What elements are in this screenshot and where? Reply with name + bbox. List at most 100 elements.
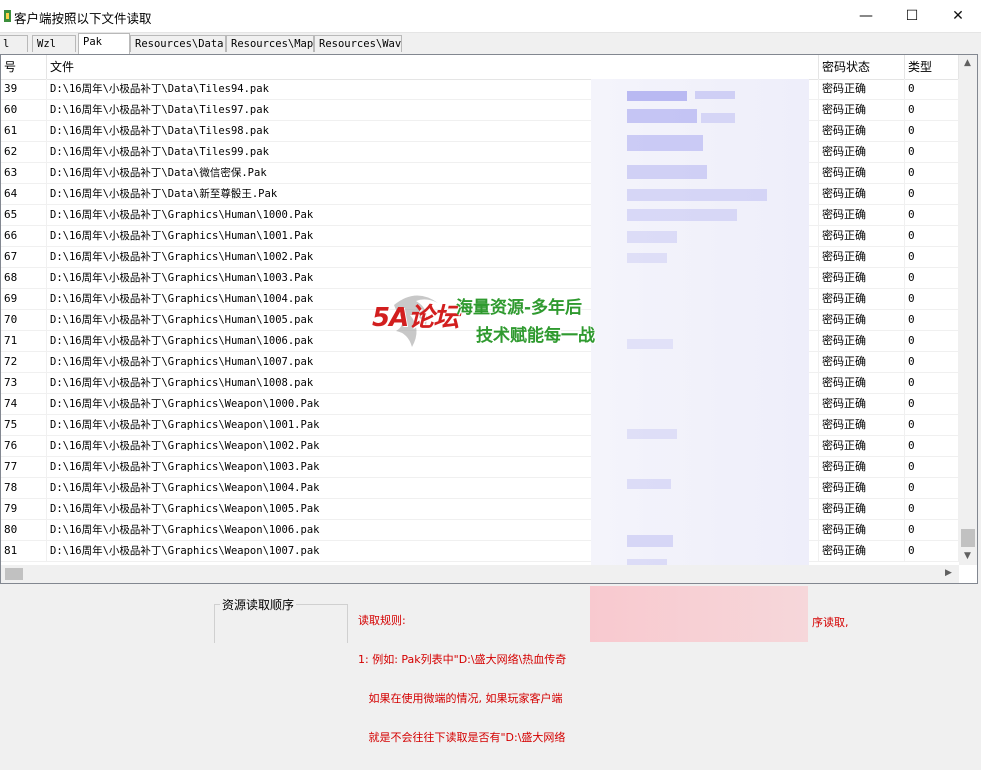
watermark: 5A论坛 海量资源-多年后 技术赋能每一战	[372, 285, 612, 355]
read-rules-title: 读取规则:	[358, 614, 406, 627]
table-row[interactable]: 66 D:\16周年\小极品补丁\Graphics\Human\1001.Pak 密…	[1, 226, 959, 247]
table-row[interactable]: 62 D:\16周年\小极品补丁\Data\Tiles99.pak 密码正确 0	[1, 142, 959, 163]
row-password-status: 密码正确	[819, 268, 905, 288]
window-title: 客户端按照以下文件读取	[14, 11, 152, 26]
row-number: 71	[1, 331, 47, 351]
load-order-label: 资源读取顺序	[220, 596, 297, 613]
table-row[interactable]: 80 D:\16周年\小极品补丁\Graphics\Weapon\1006.pak…	[1, 520, 959, 541]
horizontal-scrollbar[interactable]: ▶	[1, 565, 959, 583]
row-number: 81	[1, 541, 47, 561]
table-row[interactable]: 81 D:\16周年\小极品补丁\Graphics\Weapon\1007.pak…	[1, 541, 959, 562]
row-password-status: 密码正确	[819, 457, 905, 477]
row-number: 62	[1, 142, 47, 162]
row-type: 0	[905, 310, 959, 330]
row-type: 0	[905, 457, 959, 477]
row-type: 0	[905, 184, 959, 204]
row-type: 0	[905, 121, 959, 141]
scroll-right-icon[interactable]: ▶	[945, 568, 952, 578]
table-row[interactable]: 65 D:\16周年\小极品补丁\Graphics\Human\1000.Pak 密…	[1, 205, 959, 226]
column-header-file[interactable]: 文件	[47, 55, 819, 79]
minimize-button[interactable]: —	[843, 0, 889, 32]
scroll-up-icon[interactable]: ▲	[964, 58, 971, 68]
table-row[interactable]: 79 D:\16周年\小极品补丁\Graphics\Weapon\1005.Pak…	[1, 499, 959, 520]
table-row[interactable]: 64 D:\16周年\小极品补丁\Data\新至尊骰王.Pak 密码正确 0	[1, 184, 959, 205]
tab-resources-wav[interactable]: Resources\Wav	[314, 35, 402, 52]
row-password-status: 密码正确	[819, 184, 905, 204]
row-type: 0	[905, 394, 959, 414]
row-password-status: 密码正确	[819, 478, 905, 498]
row-type: 0	[905, 352, 959, 372]
maximize-button[interactable]: ☐	[889, 0, 935, 32]
title-bar: 客户端按照以下文件读取 — ☐ ✕	[0, 0, 981, 33]
redacted-region	[591, 79, 809, 583]
read-rules-line-3: 就是不会往往下读取是否有"D:\盛大网络	[358, 731, 566, 744]
tab-resources-map[interactable]: Resources\Map	[226, 35, 314, 52]
row-password-status: 密码正确	[819, 310, 905, 330]
row-type: 0	[905, 247, 959, 267]
list-header: 号 文件 密码状态 类型	[1, 55, 959, 80]
row-type: 0	[905, 100, 959, 120]
row-password-status: 密码正确	[819, 121, 905, 141]
table-row[interactable]: 73 D:\16周年\小极品补丁\Graphics\Human\1008.pak 密…	[1, 373, 959, 394]
row-password-status: 密码正确	[819, 100, 905, 120]
watermark-line-1: 海量资源-多年后	[456, 298, 583, 318]
row-number: 77	[1, 457, 47, 477]
row-number: 66	[1, 226, 47, 246]
table-row[interactable]: 76 D:\16周年\小极品补丁\Graphics\Weapon\1002.Pak…	[1, 436, 959, 457]
close-button[interactable]: ✕	[935, 0, 981, 32]
row-password-status: 密码正确	[819, 226, 905, 246]
row-password-status: 密码正确	[819, 331, 905, 351]
table-row[interactable]: 75 D:\16周年\小极品补丁\Graphics\Weapon\1001.Pak…	[1, 415, 959, 436]
row-password-status: 密码正确	[819, 436, 905, 456]
row-password-status: 密码正确	[819, 520, 905, 540]
table-row[interactable]: 39 D:\16周年\小极品补丁\Data\Tiles94.pak 密码正确 0	[1, 79, 959, 100]
row-type: 0	[905, 415, 959, 435]
row-password-status: 密码正确	[819, 394, 905, 414]
vertical-scroll-thumb[interactable]	[961, 529, 975, 547]
row-type: 0	[905, 436, 959, 456]
bottom-panel: 资源读取顺序 读取规则: 1: 例如: Pak列表中"D:\盛大网络\热血传奇 …	[0, 586, 981, 744]
table-row[interactable]: 63 D:\16周年\小极品补丁\Data\微信密保.Pak 密码正确 0	[1, 163, 959, 184]
row-number: 63	[1, 163, 47, 183]
table-row[interactable]: 72 D:\16周年\小极品补丁\Graphics\Human\1007.pak 密…	[1, 352, 959, 373]
vertical-scrollbar[interactable]: ▲ ▼	[959, 55, 977, 565]
row-type: 0	[905, 163, 959, 183]
scroll-down-icon[interactable]: ▼	[964, 551, 971, 561]
row-password-status: 密码正确	[819, 163, 905, 183]
tab-l[interactable]: l	[0, 35, 28, 52]
row-number: 64	[1, 184, 47, 204]
row-number: 79	[1, 499, 47, 519]
table-row[interactable]: 61 D:\16周年\小极品补丁\Data\Tiles98.pak 密码正确 0	[1, 121, 959, 142]
column-header-number[interactable]: 号	[1, 55, 47, 79]
row-number: 70	[1, 310, 47, 330]
read-rules-line-2: 如果在使用微端的情况, 如果玩家客户端	[358, 692, 563, 705]
tab-resources-data[interactable]: Resources\Data	[130, 35, 226, 52]
row-number: 61	[1, 121, 47, 141]
watermark-line-2: 技术赋能每一战	[476, 326, 595, 346]
row-number: 80	[1, 520, 47, 540]
row-type: 0	[905, 289, 959, 309]
row-type: 0	[905, 499, 959, 519]
row-password-status: 密码正确	[819, 142, 905, 162]
table-row[interactable]: 67 D:\16周年\小极品补丁\Graphics\Human\1002.Pak 密…	[1, 247, 959, 268]
table-row[interactable]: 78 D:\16周年\小极品补丁\Graphics\Weapon\1004.Pak…	[1, 478, 959, 499]
row-number: 73	[1, 373, 47, 393]
row-number: 68	[1, 268, 47, 288]
row-password-status: 密码正确	[819, 79, 905, 99]
row-password-status: 密码正确	[819, 289, 905, 309]
row-type: 0	[905, 226, 959, 246]
row-password-status: 密码正确	[819, 541, 905, 561]
column-header-password-status[interactable]: 密码状态	[819, 55, 905, 79]
row-type: 0	[905, 79, 959, 99]
tab-wzl[interactable]: Wzl	[32, 35, 76, 52]
table-row[interactable]: 60 D:\16周年\小极品补丁\Data\Tiles97.pak 密码正确 0	[1, 100, 959, 121]
tab-pak[interactable]: Pak	[78, 33, 130, 54]
column-header-type[interactable]: 类型	[905, 55, 959, 79]
horizontal-scroll-thumb[interactable]	[5, 568, 23, 580]
table-row[interactable]: 77 D:\16周年\小极品补丁\Graphics\Weapon\1003.Pak…	[1, 457, 959, 478]
table-row[interactable]: 74 D:\16周年\小极品补丁\Graphics\Weapon\1000.Pak…	[1, 394, 959, 415]
row-number: 39	[1, 79, 47, 99]
row-number: 78	[1, 478, 47, 498]
row-type: 0	[905, 478, 959, 498]
row-password-status: 密码正确	[819, 205, 905, 225]
